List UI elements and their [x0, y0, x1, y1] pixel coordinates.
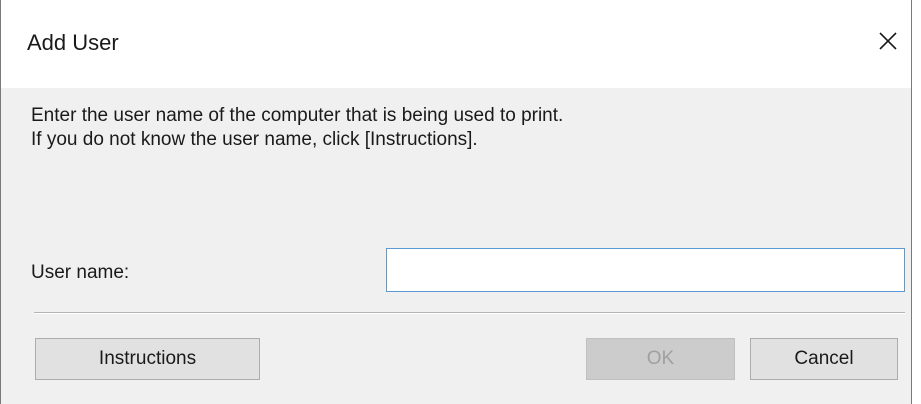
add-user-dialog: Add User Enter the user name of the comp…: [0, 0, 912, 404]
username-input[interactable]: [386, 248, 905, 292]
ok-button[interactable]: OK: [586, 338, 735, 380]
instructions-button[interactable]: Instructions: [35, 338, 260, 380]
message-line-2: If you do not know the user name, click …: [31, 129, 478, 150]
title-bar: Add User: [1, 0, 911, 88]
divider: [34, 312, 905, 314]
instruction-message: Enter the user name of the computer that…: [31, 104, 563, 152]
cancel-button[interactable]: Cancel: [750, 338, 898, 380]
close-button[interactable]: [865, 18, 911, 64]
close-icon: [879, 32, 897, 50]
username-label: User name:: [31, 262, 130, 283]
message-line-1: Enter the user name of the computer that…: [31, 105, 564, 126]
dialog-title: Add User: [27, 30, 119, 55]
